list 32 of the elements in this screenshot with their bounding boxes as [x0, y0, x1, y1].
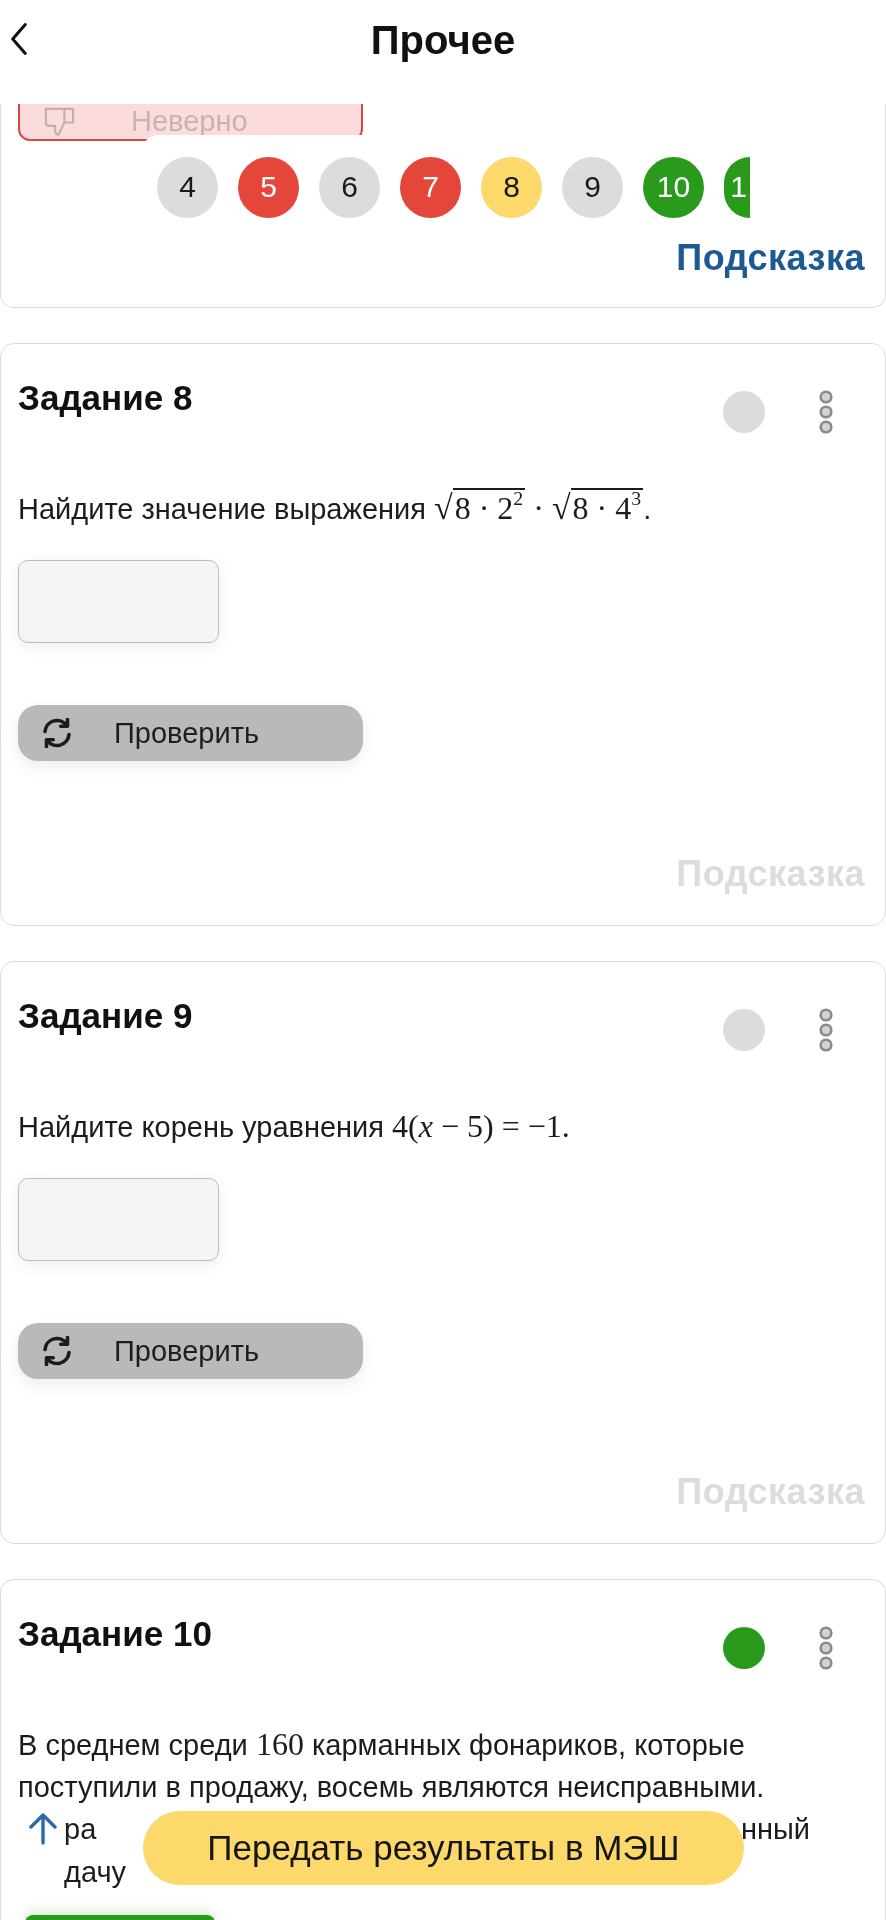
question-text: В среднем среди 160 карманных фонариков, которые: [18, 1726, 745, 1762]
task-nav-button[interactable]: 7: [400, 156, 461, 218]
question-text: Найдите значение выражения √8 · 2$^{2}$ · √8 · 4$^{3}$.: [18, 487, 653, 528]
hint-link[interactable]: Подсказка: [676, 237, 865, 279]
back-icon[interactable]: [10, 22, 28, 56]
question-text: дачу: [64, 1854, 127, 1889]
up-arrow-icon[interactable]: [27, 1813, 59, 1845]
task-nav-button[interactable]: 10: [643, 156, 704, 218]
task-title: Задание 10: [18, 1613, 213, 1655]
thumbs-down-icon: [43, 106, 76, 137]
task-nav-button[interactable]: 1: [724, 156, 750, 218]
task-nav-button[interactable]: 9: [562, 156, 623, 218]
check-button[interactable]: Проверить: [18, 705, 363, 761]
question-text: ра: [64, 1812, 97, 1847]
refresh-icon: [42, 1336, 72, 1366]
task-nav-button[interactable]: 6: [319, 156, 380, 218]
answer-field[interactable]: [18, 560, 219, 643]
refresh-icon: [42, 718, 72, 748]
task-title: Задание 9: [18, 995, 194, 1037]
more-options-icon[interactable]: [819, 1626, 833, 1670]
more-options-icon[interactable]: [819, 1008, 833, 1052]
page-title: Прочее: [370, 17, 516, 64]
task-nav-button[interactable]: 5: [238, 156, 299, 218]
task-nav-button[interactable]: 4: [157, 156, 218, 218]
question-text: поступили в продажу, восемь являются неисправными.: [18, 1769, 765, 1804]
task-title: Задание 8: [18, 377, 194, 419]
check-button[interactable]: Проверить: [18, 1323, 363, 1379]
question-text: Найдите корень уравнения 4(x − 5) = −1.: [18, 1107, 571, 1146]
submit-results-button[interactable]: Передать результаты в МЭШ: [143, 1811, 744, 1885]
task-nav-button[interactable]: 8: [481, 156, 542, 218]
more-options-icon[interactable]: [819, 390, 833, 434]
answer-field[interactable]: [18, 1178, 219, 1261]
